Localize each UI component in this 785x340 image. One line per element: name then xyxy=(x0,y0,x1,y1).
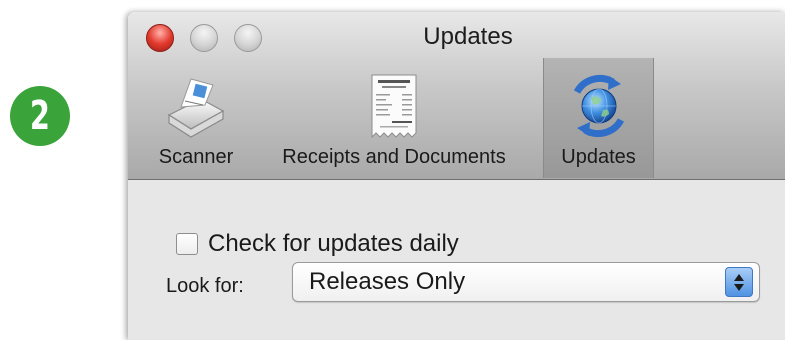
window-toolbar: Updates Scanner Receipts and Documents U… xyxy=(128,12,785,180)
updates-globe-icon xyxy=(563,66,635,146)
step-number-badge: 2 xyxy=(10,86,70,146)
tab-scanner-label: Scanner xyxy=(158,146,234,168)
receipt-icon xyxy=(366,66,422,146)
tab-scanner[interactable]: Scanner xyxy=(148,58,244,178)
look-for-value: Releases Only xyxy=(309,268,466,295)
check-updates-daily-checkbox[interactable] xyxy=(176,233,198,255)
arrow-up-icon xyxy=(734,273,744,281)
tab-updates-label: Updates xyxy=(561,146,636,168)
scanner-icon xyxy=(161,66,231,146)
window-title: Updates xyxy=(423,23,513,50)
tab-receipts-and-documents[interactable]: Receipts and Documents xyxy=(250,58,538,178)
look-for-label: Look for: xyxy=(166,275,244,297)
close-icon[interactable] xyxy=(146,24,174,52)
tab-updates[interactable]: Updates xyxy=(543,58,654,178)
minimize-icon[interactable] xyxy=(190,24,218,52)
look-for-row: Look for: xyxy=(166,275,244,298)
tab-receipts-label: Receipts and Documents xyxy=(282,146,506,168)
popup-stepper-arrows-icon[interactable] xyxy=(725,267,753,297)
step-number: 2 xyxy=(29,93,51,139)
look-for-popup[interactable]: Releases Only xyxy=(292,262,760,302)
preferences-window: Updates Scanner Receipts and Documents U… xyxy=(128,12,785,340)
check-updates-daily-label[interactable]: Check for updates daily xyxy=(208,230,459,258)
arrow-down-icon xyxy=(734,283,744,291)
settings-pane: Check for updates daily Look for: Releas… xyxy=(128,180,785,340)
zoom-icon[interactable] xyxy=(234,24,262,52)
check-updates-row: Check for updates daily xyxy=(176,230,459,258)
